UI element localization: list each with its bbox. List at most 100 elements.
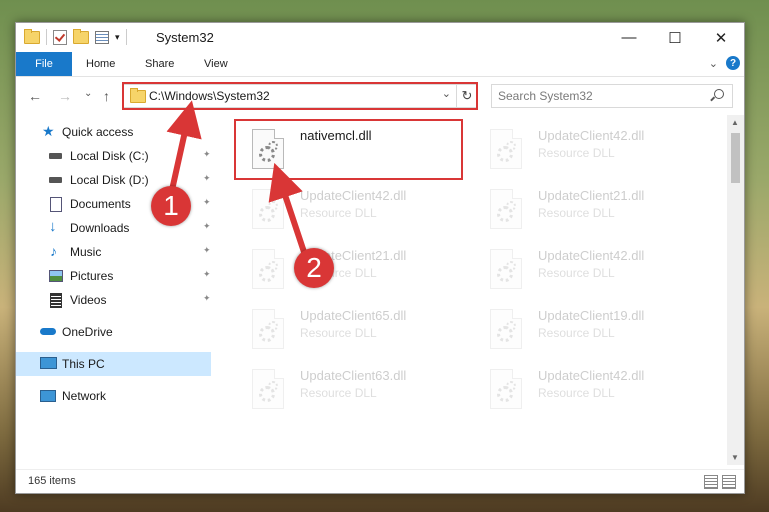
dll-file-icon: [252, 189, 284, 229]
dll-file-icon: [490, 309, 522, 349]
file-type: Resource DLL: [300, 386, 377, 400]
monitor-icon: [40, 357, 57, 369]
sidebar-item-label: Local Disk (D:): [70, 173, 149, 187]
quick-access-toolbar: ▾: [24, 28, 127, 45]
file-type: Resource DLL: [538, 326, 615, 340]
dll-file-icon: [490, 369, 522, 409]
window-title: System32: [156, 30, 214, 45]
sidebar-item-videos[interactable]: Videos ✦: [16, 288, 211, 312]
file-item[interactable]: UpdateClient42.dll Resource DLL: [474, 361, 704, 417]
sidebar-item-label: Videos: [70, 293, 107, 307]
dll-file-icon: [252, 249, 284, 289]
ribbon-tabs: File Home Share View ⌄ ?: [16, 52, 744, 77]
sidebar-item-music[interactable]: ♪ Music ✦: [16, 240, 211, 264]
file-highlight-box: [234, 119, 463, 180]
large-icons-view-icon[interactable]: [722, 475, 736, 489]
sidebar-item-quick-access[interactable]: Quick access ★: [16, 120, 211, 144]
drive-icon: [49, 153, 62, 159]
file-item[interactable]: UpdateClient63.dll Resource DLL: [236, 361, 466, 417]
file-name: UpdateClient42.dll: [538, 248, 645, 263]
status-bar: 165 items: [16, 469, 744, 494]
file-item[interactable]: UpdateClient65.dll Resource DLL: [236, 301, 466, 357]
pin-icon[interactable]: ✦: [203, 150, 211, 159]
view-buttons: [704, 475, 736, 489]
dll-file-icon: [252, 309, 284, 349]
divider: [125, 29, 127, 45]
folder-icon: [24, 28, 40, 44]
sidebar-item-label: Pictures: [70, 269, 114, 283]
pin-icon[interactable]: ✦: [203, 222, 211, 231]
ribbon-right-controls: ⌄ ?: [709, 56, 740, 70]
file-item[interactable]: UpdateClient42.dll Resource DLL: [474, 121, 704, 177]
sidebar-item-onedrive[interactable]: OneDrive: [16, 320, 211, 344]
file-name: UpdateClient42.dll: [538, 128, 645, 143]
file-type: Resource DLL: [538, 206, 615, 220]
tab-view[interactable]: View: [204, 52, 228, 76]
close-button[interactable]: ✕: [698, 23, 744, 52]
search-box[interactable]: Search System32: [491, 84, 733, 108]
file-item[interactable]: UpdateClient19.dll Resource DLL: [474, 301, 704, 357]
scrollbar-thumb[interactable]: [731, 133, 740, 183]
sidebar-item-label: Music: [70, 245, 102, 259]
file-name: UpdateClient21.dll: [538, 188, 645, 203]
file-name: UpdateClient42.dll: [300, 188, 407, 203]
dll-file-icon: [490, 129, 522, 169]
window-controls: — ☐ ✕: [606, 23, 744, 52]
qat-dropdown-icon[interactable]: ▾: [115, 32, 120, 43]
new-folder-icon[interactable]: [73, 28, 89, 44]
properties-check-icon[interactable]: [53, 29, 67, 45]
search-input[interactable]: Search System32: [498, 89, 593, 103]
sidebar-item-network[interactable]: Network: [16, 384, 211, 408]
scroll-up-icon[interactable]: ▲: [731, 118, 739, 127]
step-2-badge: 2: [294, 248, 334, 288]
sidebar-item-label: Local Disk (C:): [70, 149, 149, 163]
forward-arrow-icon[interactable]: →: [58, 88, 72, 104]
network-icon: [40, 390, 56, 402]
tab-home[interactable]: Home: [86, 52, 115, 76]
expand-ribbon-icon[interactable]: ⌄: [709, 57, 718, 70]
sidebar-item-label: OneDrive: [62, 325, 113, 339]
film-icon: [50, 293, 62, 308]
sidebar-item-local-disk-c[interactable]: Local Disk (C:) ✦: [16, 144, 211, 168]
sidebar-item-label: Quick access: [62, 125, 134, 139]
sidebar-item-label: Network: [62, 389, 107, 403]
tab-file[interactable]: File: [16, 52, 72, 76]
file-name: UpdateClient42.dll: [538, 368, 645, 383]
file-item[interactable]: UpdateClient42.dll Resource DLL: [236, 181, 466, 237]
vertical-scrollbar[interactable]: ▲ ▼: [727, 115, 744, 465]
title-bar: ▾ System32 — ☐ ✕: [16, 23, 744, 52]
maximize-button[interactable]: ☐: [652, 23, 698, 52]
search-icon[interactable]: [714, 89, 724, 99]
pin-icon[interactable]: ✦: [203, 270, 211, 279]
help-icon[interactable]: ?: [726, 56, 740, 70]
address-highlight-box: [122, 82, 478, 110]
minimize-button[interactable]: —: [606, 23, 652, 52]
back-arrow-icon[interactable]: ←: [28, 88, 42, 104]
file-type: Resource DLL: [538, 266, 615, 280]
sidebar-item-this-pc[interactable]: This PC: [16, 352, 211, 376]
up-arrow-icon[interactable]: ↑: [103, 88, 110, 104]
pin-icon[interactable]: ✦: [203, 294, 211, 303]
scroll-down-icon[interactable]: ▼: [731, 453, 739, 462]
properties-list-icon[interactable]: [95, 30, 109, 44]
details-view-icon[interactable]: [704, 475, 718, 489]
file-item[interactable]: UpdateClient21.dll Resource DLL: [474, 181, 704, 237]
pin-icon[interactable]: ✦: [203, 174, 211, 183]
file-name: UpdateClient19.dll: [538, 308, 645, 323]
pin-icon[interactable]: ✦: [203, 198, 211, 207]
file-name: UpdateClient63.dll: [300, 368, 407, 383]
pictures-icon: [49, 270, 63, 282]
file-type: Resource DLL: [300, 206, 377, 220]
download-arrow-icon: ↓: [49, 218, 57, 235]
tab-share[interactable]: Share: [145, 52, 174, 76]
item-count: 165 items: [28, 475, 76, 487]
sidebar-item-pictures[interactable]: Pictures ✦: [16, 264, 211, 288]
file-item[interactable]: UpdateClient21.dll Resource DLL: [236, 241, 466, 297]
dll-file-icon: [490, 249, 522, 289]
star-icon: ★: [42, 123, 55, 139]
pin-icon[interactable]: ✦: [203, 246, 211, 255]
drive-icon: [49, 177, 62, 183]
recent-locations-icon[interactable]: ⌄: [84, 88, 92, 99]
file-name: UpdateClient65.dll: [300, 308, 407, 323]
file-item[interactable]: UpdateClient42.dll Resource DLL: [474, 241, 704, 297]
